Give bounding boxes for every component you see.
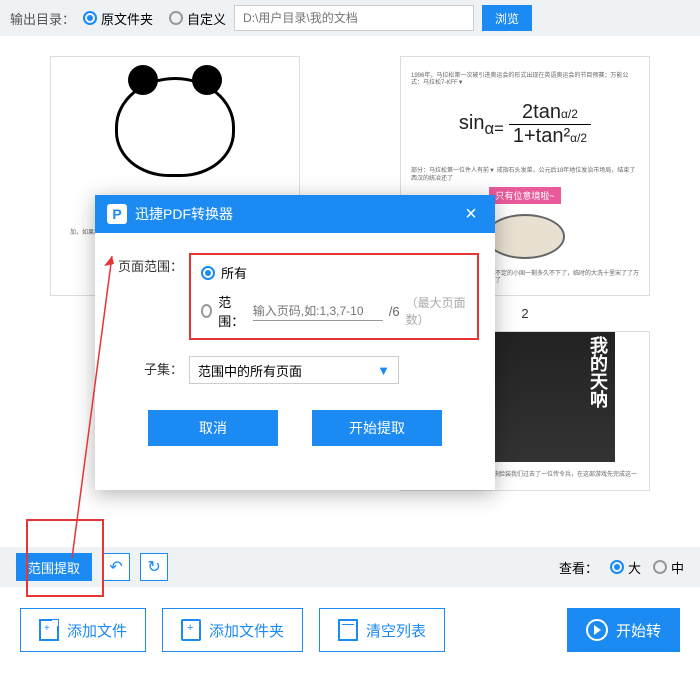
output-dir-bar: 输出目录： 原文件夹 自定义 浏览: [0, 0, 700, 36]
output-path-input[interactable]: [234, 5, 474, 31]
view-label: 查看：: [559, 558, 598, 577]
subset-label: 子集：: [111, 356, 183, 378]
extract-dialog: P 迅捷PDF转换器 × 页面范围： 所有 范围： /6 （最大页面数） 子集：…: [95, 195, 495, 490]
confirm-extract-button[interactable]: 开始提取: [312, 410, 442, 446]
range-highlight-box: 所有 范围： /6 （最大页面数）: [189, 253, 479, 340]
subset-select[interactable]: 范围中的所有页面 ▼: [189, 356, 399, 384]
chevron-down-icon: ▼: [377, 363, 390, 378]
view-medium-radio[interactable]: 中: [653, 558, 684, 577]
undo-icon[interactable]: ↶: [102, 553, 130, 581]
clear-list-button[interactable]: 清空列表: [319, 608, 445, 652]
pink-tag: 只有位意境啦~: [489, 187, 560, 204]
meme-face-icon: [115, 77, 235, 177]
add-folder-button[interactable]: 添加文件夹: [162, 608, 303, 652]
dialog-header: P 迅捷PDF转换器 ×: [95, 195, 495, 233]
redo-icon[interactable]: ↻: [140, 553, 168, 581]
file-add-icon: [39, 619, 59, 641]
math-formula: sinα= 2tanα/2 1+tan²α/2: [459, 101, 591, 148]
output-dir-label: 输出目录：: [10, 9, 75, 28]
annotation-box: [26, 519, 104, 597]
close-icon[interactable]: ×: [459, 203, 483, 226]
dialog-title: 迅捷PDF转换器: [135, 204, 451, 224]
page-range-label: 页面范围：: [111, 253, 183, 275]
app-icon: P: [107, 204, 127, 224]
radio-custom-folder[interactable]: 自定义: [169, 9, 226, 28]
cancel-button[interactable]: 取消: [148, 410, 278, 446]
add-file-button[interactable]: 添加文件: [20, 608, 146, 652]
radio-original-folder[interactable]: 原文件夹: [83, 9, 153, 28]
output-dir-radio-group: 原文件夹 自定义: [83, 9, 226, 28]
coin-image: [485, 214, 565, 259]
browse-button[interactable]: 浏览: [482, 5, 532, 31]
trash-icon: [338, 619, 358, 641]
folder-add-icon: [181, 619, 201, 641]
bottom-actions: 添加文件 添加文件夹 清空列表 开始转: [0, 600, 700, 660]
view-size-group: 查看： 大 中: [559, 558, 684, 577]
play-icon: [586, 619, 608, 641]
radio-all-pages[interactable]: 所有: [201, 263, 467, 282]
view-large-radio[interactable]: 大: [610, 558, 641, 577]
start-convert-button[interactable]: 开始转: [567, 608, 680, 652]
page-range-input[interactable]: [253, 302, 383, 321]
mid-toolbar: 范围提取 ↶ ↻ 查看： 大 中: [0, 547, 700, 587]
radio-range-pages[interactable]: 范围： /6 （最大页面数）: [201, 292, 467, 330]
